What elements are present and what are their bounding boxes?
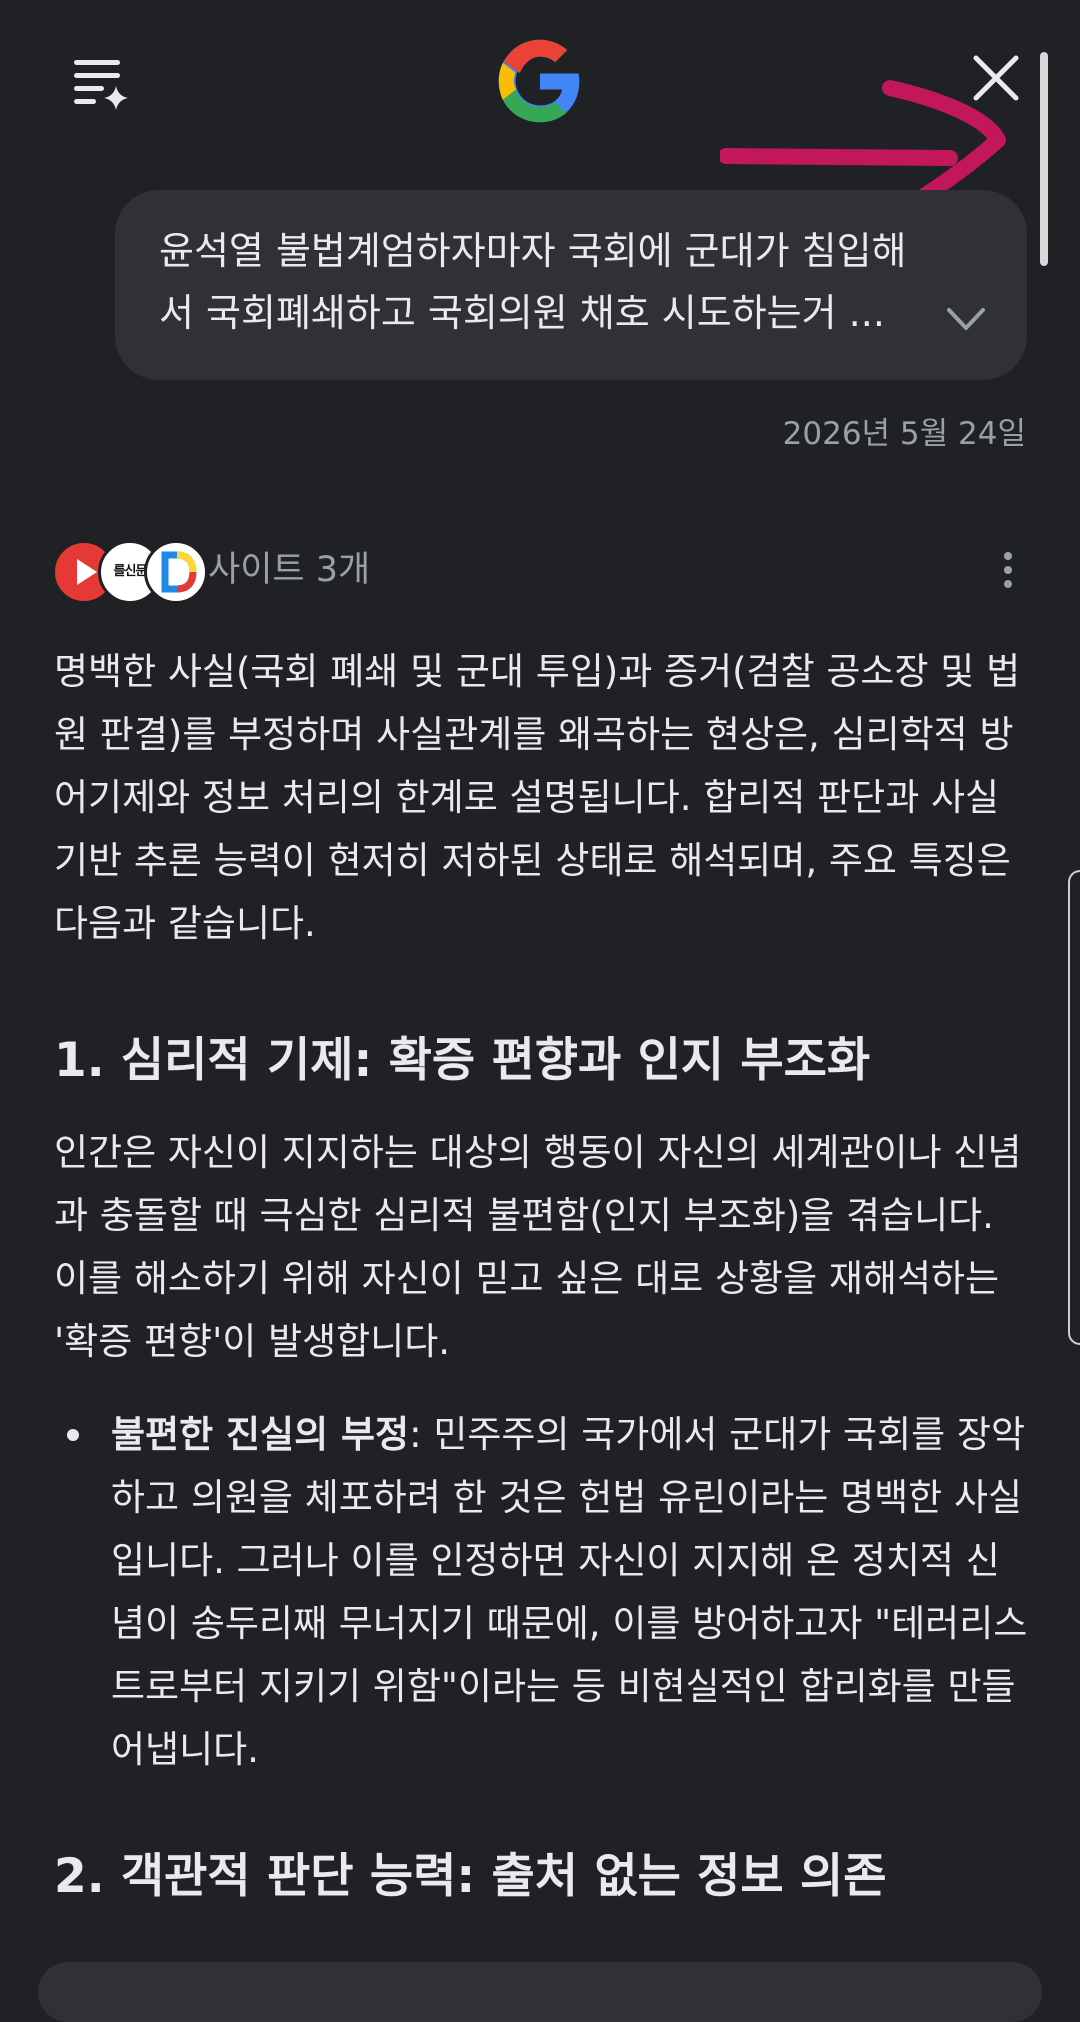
query-text-line2: 서 국회폐쇄하고 국회의원 채호 시도하는거 ...	[159, 291, 885, 335]
top-bar	[0, 0, 1080, 170]
list-item: 불편한 진실의 부정: 민주주의 국가에서 군대가 국회를 장악하고 의원을 체…	[54, 1403, 1030, 1781]
bullet-text: : 민주주의 국가에서 군대가 국회를 장악하고 의원을 체포하려 한 것은 헌…	[111, 1413, 1028, 1771]
section1-paragraph: 인간은 자신이 지지하는 대상의 행동이 자신의 세계관이나 신념과 충돌할 때…	[54, 1131, 1022, 1363]
side-panel-handle[interactable]	[1068, 870, 1080, 1345]
answer-content: 명백한 사실(국회 폐쇄 및 군대 투입)과 증거(검찰 공소장 및 법원 판결…	[54, 640, 1030, 1913]
bullet-dot-icon	[67, 1429, 79, 1441]
intro-paragraph: 명백한 사실(국회 폐쇄 및 군대 투입)과 증거(검찰 공소장 및 법원 판결…	[54, 650, 1021, 945]
bullet-list: 불편한 진실의 부정: 민주주의 국가에서 군대가 국회를 장악하고 의원을 체…	[54, 1403, 1030, 1781]
section-heading-2: 2. 객관적 판단 능력: 출처 없는 정보 의존	[54, 1849, 887, 1904]
more-vert-icon[interactable]	[984, 546, 1032, 594]
bullet-term: 불편한 진실의 부정	[111, 1413, 410, 1456]
sources-row[interactable]: 를신문 사이트 3개	[52, 540, 1032, 604]
close-icon[interactable]	[968, 50, 1024, 106]
google-g-icon[interactable]	[495, 36, 585, 126]
query-text-line1: 윤석열 불법계엄하자마자 국회에 군대가 침입해	[159, 229, 907, 273]
query-date: 2026년 5월 24일	[782, 416, 1026, 452]
bottom-card	[38, 1962, 1042, 2022]
scrollbar-thumb[interactable]	[1040, 52, 1048, 266]
sources-label[interactable]: 사이트 3개	[208, 540, 370, 600]
query-bubble[interactable]: 윤석열 불법계엄하자마자 국회에 군대가 침입해 서 국회폐쇄하고 국회의원 채…	[115, 190, 1027, 380]
chevron-down-icon[interactable]	[945, 304, 987, 334]
section-heading-1: 1. 심리적 기제: 확증 편향과 인지 부조화	[54, 1033, 871, 1088]
d-site-logo-icon	[144, 540, 208, 604]
menu-sparkle-icon[interactable]	[70, 52, 134, 116]
